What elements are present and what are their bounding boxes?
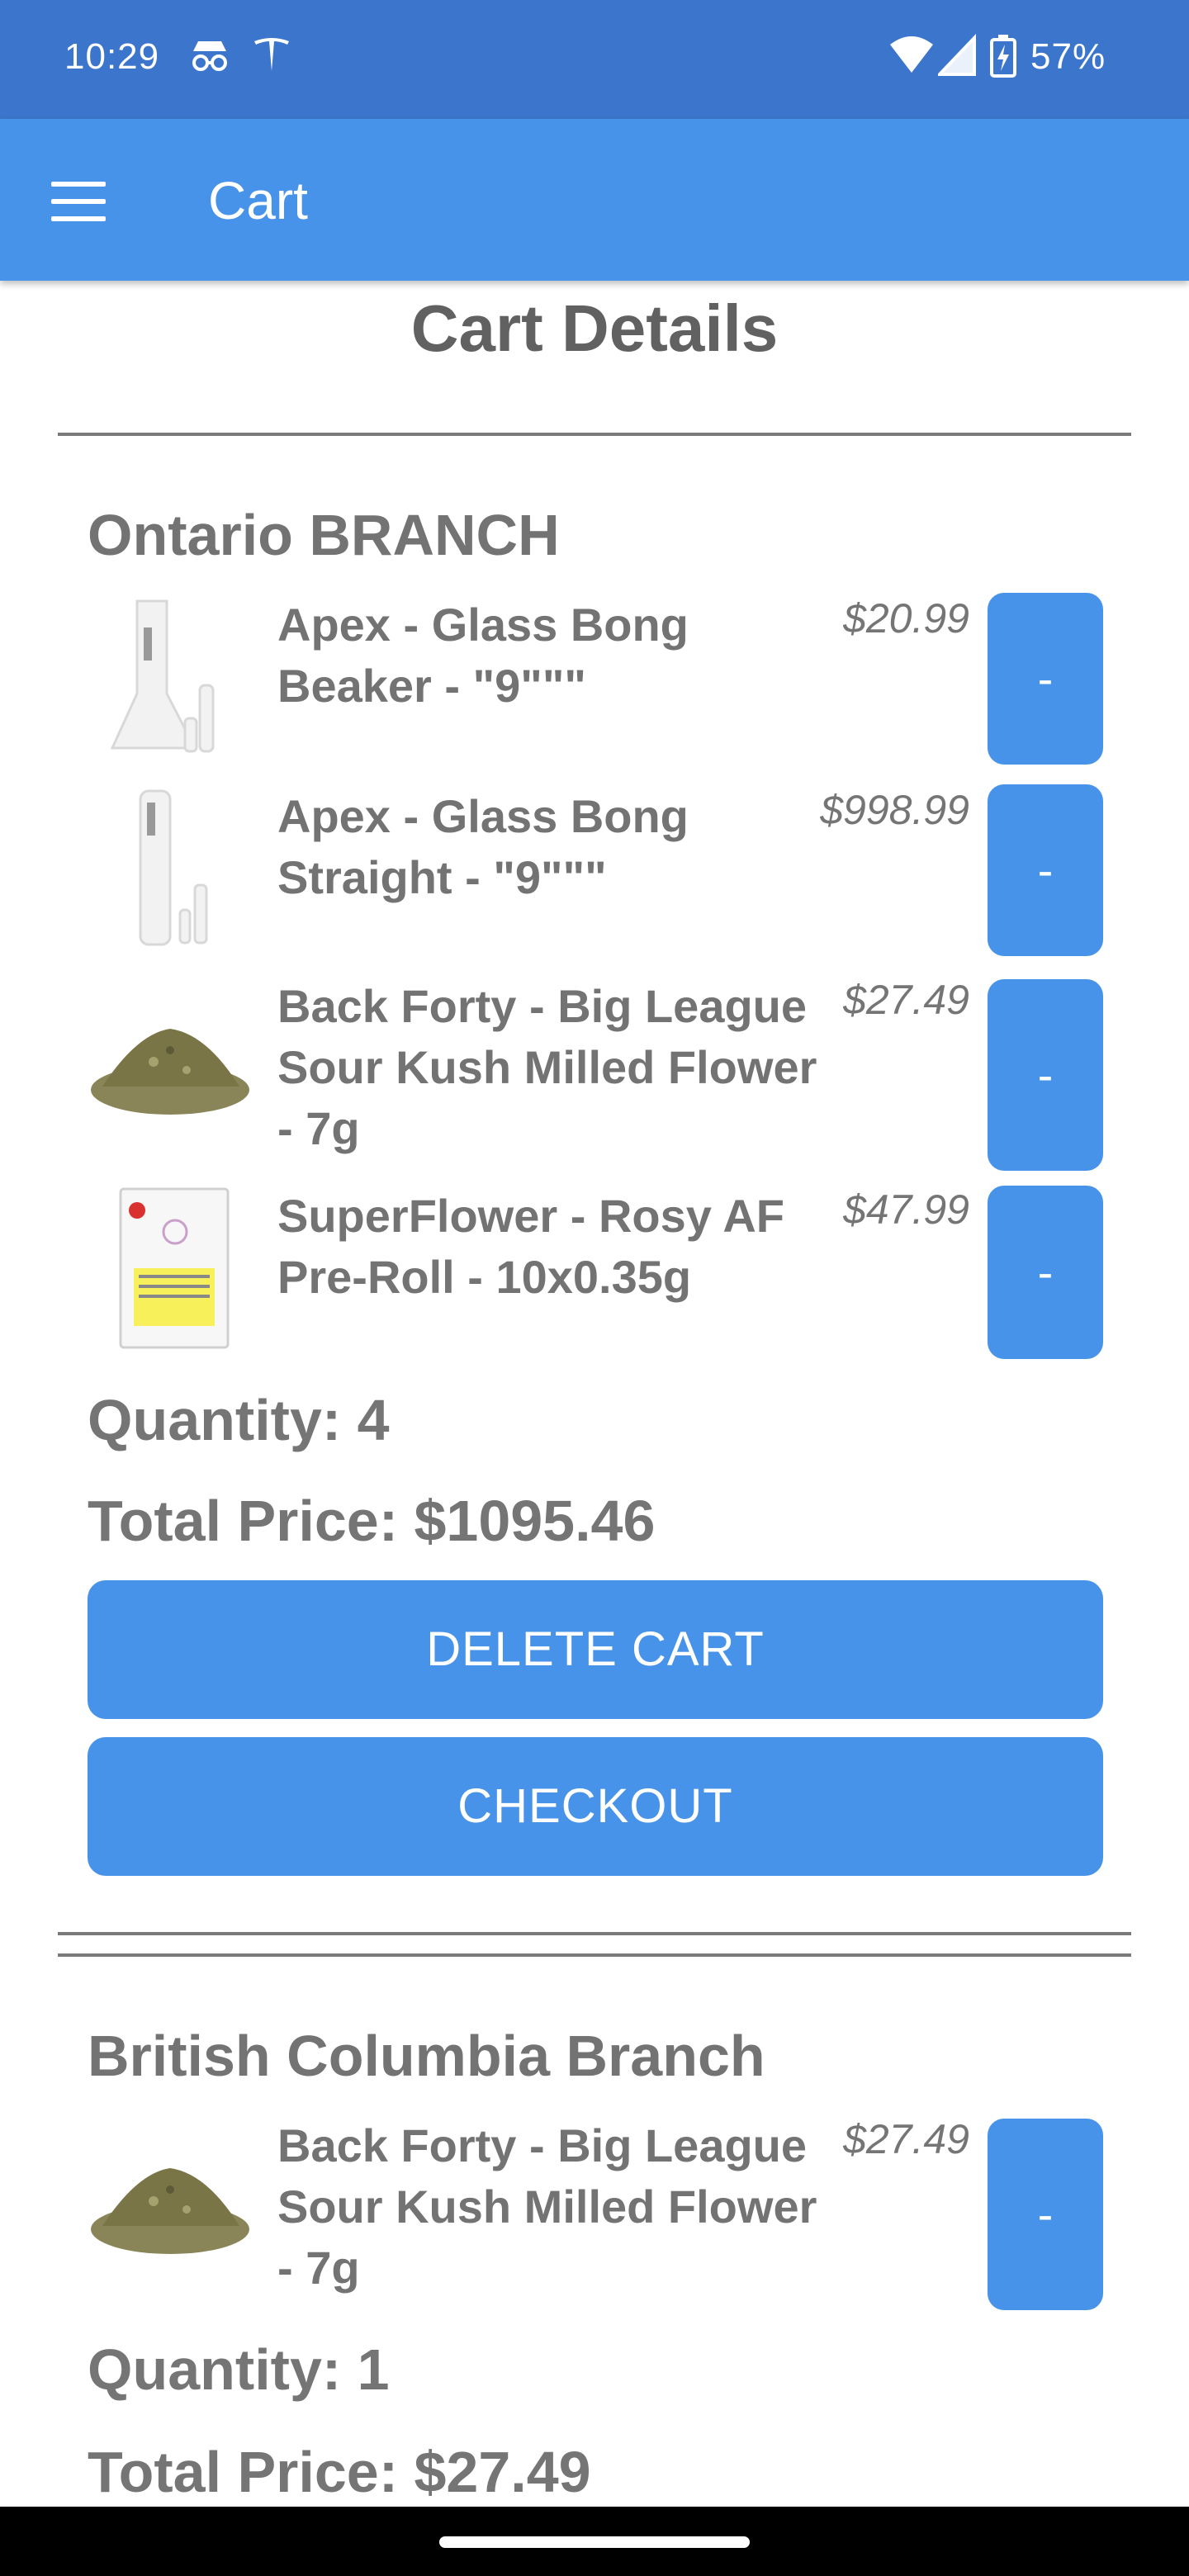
milled-flower-image [91,2168,249,2254]
status-time: 10:29 [64,36,160,77]
branch-name: British Columbia Branch [88,2024,765,2088]
beaker-bong-image [110,599,215,753]
remove-item-button[interactable]: - [988,979,1103,1171]
branch-name: Ontario BRANCH [88,503,560,567]
divider [58,433,1131,436]
item-name: Apex - Glass Bong Beaker - "9""" [277,599,689,712]
app-title: Cart [208,171,308,230]
cart-content[interactable]: Cart Details Ontario BRANCH Apex - Glass… [0,281,1189,2507]
total-price-label: Total Price: $1095.46 [88,1489,656,1553]
item-name: Back Forty - Big League Sour Kush Milled… [277,2119,817,2294]
straight-bong-image [139,789,208,946]
page-title: Cart Details [410,291,779,365]
milled-flower-image [91,1029,249,1115]
item-price: $27.49 [843,977,969,1023]
checkout-button[interactable]: CHECKOUT [88,1737,1103,1876]
signal-icon [938,34,976,76]
divider [58,1953,1131,1957]
wifi-icon [890,36,933,73]
quantity-label: Quantity: 4 [88,1388,390,1452]
hamburger-menu-icon[interactable] [51,182,109,221]
item-price: $998.99 [820,787,969,833]
total-price-label: Total Price: $27.49 [88,2440,591,2504]
remove-item-button[interactable]: - [988,2119,1103,2310]
item-name: Apex - Glass Bong Straight - "9""" [277,790,689,903]
remove-item-button[interactable]: - [988,784,1103,956]
system-nav-bar [0,2507,1189,2576]
item-price: $27.49 [843,2116,969,2162]
home-gesture-handle[interactable] [439,2536,750,2548]
divider [58,1932,1131,1935]
item-price: $20.99 [843,595,969,642]
item-name: SuperFlower - Rosy AF Pre-Roll - 10x0.35… [277,1190,785,1303]
remove-item-button[interactable]: - [988,593,1103,765]
item-name: Back Forty - Big League Sour Kush Milled… [277,980,817,1154]
delete-cart-button[interactable]: DELETE CART [88,1580,1103,1719]
battery-charging-icon [990,35,1016,78]
status-bar: 10:29 57% [0,0,1189,119]
battery-percent: 57% [1030,36,1106,77]
remove-item-button[interactable]: - [988,1186,1103,1359]
incognito-icon [192,41,227,71]
tesla-icon [254,38,289,71]
app-bar: Cart [0,119,1189,281]
quantity-label: Quantity: 1 [88,2337,390,2402]
pre-roll-package-image [119,1187,230,1349]
item-price: $47.99 [843,1186,969,1233]
